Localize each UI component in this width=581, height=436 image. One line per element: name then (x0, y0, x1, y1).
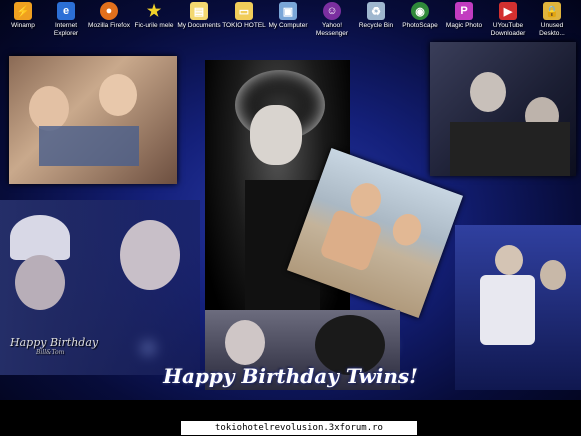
desktop-icon-winamp[interactable]: ⚡ Winamp (0, 0, 46, 30)
collage-caption-line2: Bill&Tom (36, 349, 65, 356)
star-icon: ★ (146, 3, 162, 20)
desktop-icon-label: UYouTube Downloader (490, 22, 526, 37)
desktop-icon-label: Yahoo! Messenger (315, 22, 349, 37)
desktop-icon-yahoo-messenger[interactable]: ☺ Yahoo! Messenger (309, 0, 355, 38)
winamp-icon: ⚡ (14, 2, 32, 20)
internet-explorer-icon: e (57, 2, 75, 20)
desktop-icon-fic-urile-mele[interactable]: ★ Fic-urile mele (131, 0, 177, 30)
desktop-icon-photoscape[interactable]: ◉ PhotoScape (397, 0, 443, 30)
magic-photo-icon: P (455, 2, 473, 20)
desktop-icon-label: Magic Photo (445, 22, 483, 29)
desktop-icon-recycle-bin[interactable]: ♻ Recycle Bin (353, 0, 399, 30)
desktop-icon-firefox[interactable]: ● Mozilla Firefox (86, 0, 132, 30)
desktop-icon-label: Recycle Bin (358, 22, 394, 29)
desktop-icon-my-documents[interactable]: ▤ My Documents (176, 0, 222, 30)
desktop-icon-label: My Documents (177, 22, 221, 29)
lock-icon: 🔒 (543, 2, 561, 20)
desktop-icon-label: Fic-urile mele (134, 22, 174, 29)
desktop: ⚡ Winamp e Internet Explorer ● Mozilla F… (0, 0, 581, 400)
desktop-icon-label: PhotoScape (402, 22, 438, 29)
forum-url: tokiohotelrevolusion.3xforum.ro (181, 421, 417, 435)
desktop-icon-label: Unused Deskto... (539, 22, 565, 37)
collage-caption-line1: Happy Birthday (10, 336, 99, 349)
desktop-icon-unused-desktop[interactable]: 🔒 Unused Deskto... (529, 0, 575, 38)
photo-twins-top-right (430, 42, 576, 176)
firefox-icon: ● (100, 2, 118, 20)
desktop-icon-tokio-hotel[interactable]: ▭ TOKIO HOTEL (221, 0, 267, 30)
desktop-icon-bar: ⚡ Winamp e Internet Explorer ● Mozilla F… (0, 0, 581, 40)
desktop-icon-internet-explorer[interactable]: e Internet Explorer (43, 0, 89, 38)
desktop-icon-my-computer[interactable]: ▣ My Computer (265, 0, 311, 30)
birthday-caption: Happy Birthday Twins! (163, 364, 418, 388)
youtube-downloader-icon: ▶ (499, 2, 517, 20)
desktop-icon-youtube-downloader[interactable]: ▶ UYouTube Downloader (485, 0, 531, 38)
footer: tokiohotelrevolusion.3xforum.ro (0, 400, 581, 436)
collage-caption: Happy Birthday Bill&Tom (10, 336, 99, 358)
my-documents-icon: ▤ (190, 2, 208, 20)
recycle-bin-icon: ♻ (367, 2, 385, 20)
desktop-icon-label: My Computer (268, 22, 308, 29)
desktop-icon-magic-photo[interactable]: P Magic Photo (441, 0, 487, 30)
desktop-icon-label: TOKIO HOTEL (222, 22, 266, 29)
yahoo-messenger-icon: ☺ (323, 2, 341, 20)
desktop-icon-label: Internet Explorer (53, 22, 79, 37)
photoscape-icon: ◉ (411, 2, 429, 20)
my-computer-icon: ▣ (279, 2, 297, 20)
desktop-icon-label: Mozilla Firefox (88, 22, 130, 29)
photo-toddlers-box (9, 56, 177, 184)
folder-icon: ▭ (235, 2, 253, 20)
desktop-icon-label: Winamp (11, 22, 35, 29)
